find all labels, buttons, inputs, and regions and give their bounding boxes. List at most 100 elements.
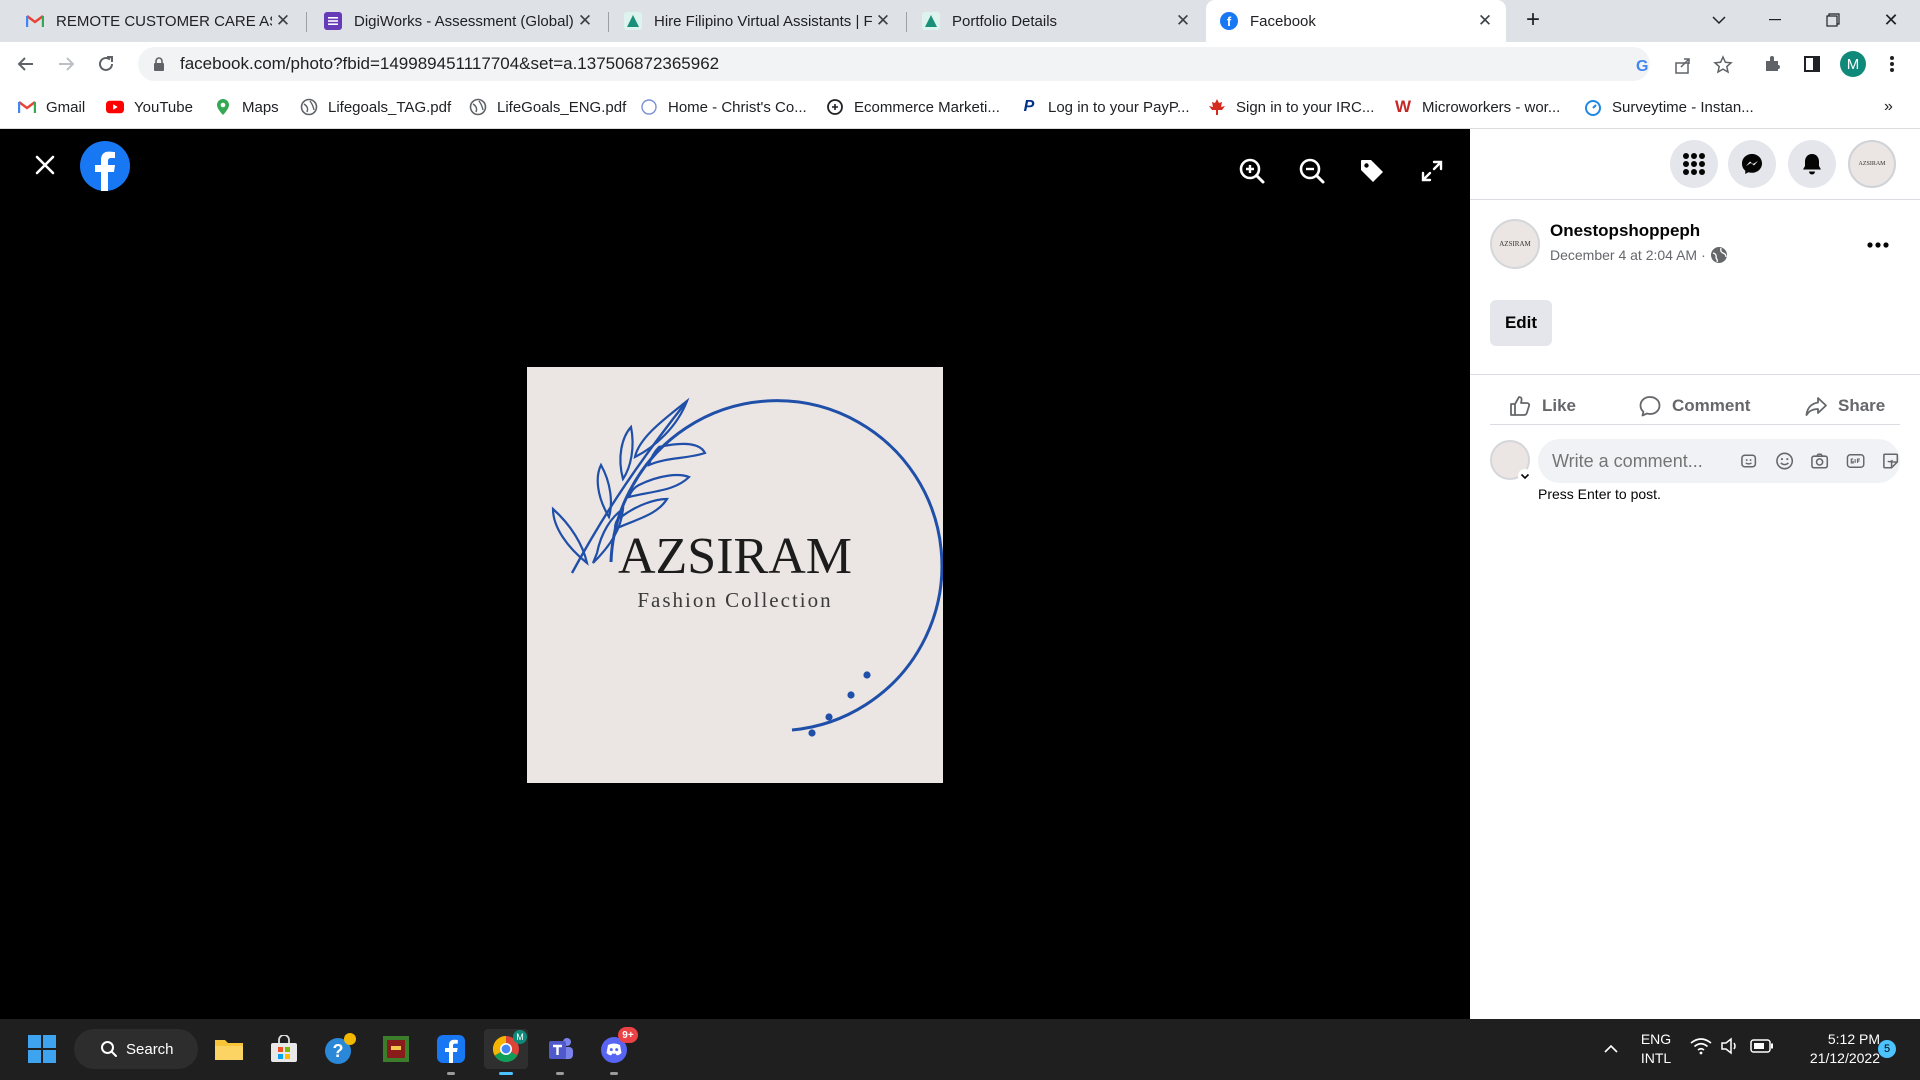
taskbar-search-button[interactable]: Search: [74, 1029, 198, 1069]
bookmark-ecommerce[interactable]: Ecommerce Marketi...: [826, 96, 1000, 118]
volume-icon: [1721, 1037, 1736, 1055]
keyboard-layout: INTL: [1640, 1050, 1672, 1066]
post-photo[interactable]: AZSIRAM Fashion Collection: [527, 367, 944, 783]
tab-gmail[interactable]: REMOTE CUSTOMER CARE ASSO ✕: [12, 0, 304, 42]
back-button[interactable]: [10, 48, 42, 80]
emoji-icon[interactable]: [1775, 451, 1794, 471]
messenger-button[interactable]: [1728, 140, 1776, 188]
site-icon: [640, 98, 658, 116]
post-author-name[interactable]: Onestopshoppeph: [1550, 221, 1700, 241]
close-tab-icon[interactable]: ✕: [574, 11, 596, 31]
bookmark-ircc[interactable]: Sign in to your IRC...: [1208, 96, 1374, 118]
teams-taskbar-button[interactable]: [540, 1029, 580, 1075]
microsoft-store-button[interactable]: [264, 1029, 304, 1069]
url-text[interactable]: facebook.com/photo?fbid=149989451117704&…: [180, 54, 719, 74]
zoom-in-icon[interactable]: [1232, 151, 1272, 191]
bookmark-surveytime[interactable]: Surveytime - Instan...: [1584, 96, 1754, 118]
minimize-button[interactable]: [1752, 0, 1798, 40]
forms-icon: [324, 12, 342, 30]
bookmarks-overflow-button[interactable]: »: [1884, 96, 1893, 118]
clock-date: 21/12/2022: [1809, 1050, 1880, 1066]
share-button[interactable]: Share: [1804, 386, 1885, 426]
language-indicator[interactable]: ENG INTL: [1632, 1030, 1680, 1068]
tab-digiworks[interactable]: DigiWorks - Assessment (Global) ✕: [310, 0, 606, 42]
wifi-icon: [1690, 1038, 1712, 1055]
omnibox[interactable]: facebook.com/photo?fbid=149989451117704&…: [138, 47, 1733, 81]
comment-button[interactable]: Comment: [1638, 386, 1750, 426]
tab-hire-filipino[interactable]: Hire Filipino Virtual Assistants | Fi ✕: [610, 0, 904, 42]
notification-center-badge[interactable]: 5: [1878, 1040, 1896, 1058]
gif-icon[interactable]: [1846, 451, 1865, 471]
clock[interactable]: 5:12 PM 21/12/2022: [1776, 1030, 1880, 1068]
bookmark-label: Ecommerce Marketi...: [854, 98, 1000, 116]
post-options-button[interactable]: [1862, 233, 1894, 257]
more-options-icon: [1867, 242, 1889, 248]
tab-title: Portfolio Details: [952, 12, 1058, 30]
comment-input-box[interactable]: [1538, 439, 1900, 483]
bookmark-lifegoals-tag[interactable]: Lifegoals_TAG.pdf: [300, 96, 451, 118]
close-window-button[interactable]: ✕: [1868, 0, 1914, 40]
facebook-logo-icon[interactable]: [79, 140, 131, 192]
avatar-sticker-icon[interactable]: [1740, 451, 1759, 471]
tab-search-icon[interactable]: [1696, 0, 1742, 40]
tag-icon[interactable]: [1352, 151, 1392, 191]
notifications-button[interactable]: [1788, 140, 1836, 188]
bookmark-youtube[interactable]: YouTube: [106, 96, 193, 118]
bookmark-lifegoals-eng[interactable]: LifeGoals_ENG.pdf: [469, 96, 626, 118]
app-button-red[interactable]: [376, 1029, 416, 1069]
reload-button[interactable]: [90, 48, 122, 80]
tab-divider: [906, 12, 907, 32]
google-lens-icon[interactable]: G: [1633, 55, 1653, 75]
forward-button[interactable]: [50, 48, 82, 80]
zoom-out-icon[interactable]: [1292, 151, 1332, 191]
tab-portfolio-details[interactable]: Portfolio Details ✕: [908, 0, 1204, 42]
author-avatar[interactable]: AZSIRAM: [1490, 219, 1540, 269]
tab-divider: [608, 12, 609, 32]
facebook-taskbar-button[interactable]: [431, 1029, 471, 1075]
tab-facebook[interactable]: f Facebook ✕: [1206, 0, 1506, 42]
show-hidden-icons-button[interactable]: [1594, 1029, 1628, 1069]
help-icon: ?: [325, 1033, 356, 1064]
account-avatar[interactable]: AZSIRAM: [1848, 140, 1896, 188]
close-tab-icon[interactable]: ✕: [872, 11, 894, 31]
sticker-icon[interactable]: [1881, 451, 1900, 471]
like-button[interactable]: Like: [1508, 386, 1576, 426]
bookmark-christs-co[interactable]: Home - Christ's Co...: [640, 96, 807, 118]
file-explorer-button[interactable]: [209, 1029, 249, 1069]
start-button[interactable]: [22, 1029, 62, 1069]
camera-icon[interactable]: [1810, 451, 1829, 471]
chrome-taskbar-button[interactable]: M: [484, 1029, 528, 1075]
close-tab-icon[interactable]: ✕: [272, 11, 294, 31]
bookmark-maps[interactable]: Maps: [214, 96, 279, 118]
post-timestamp[interactable]: December 4 at 2:04 AM: [1550, 247, 1697, 263]
menu-grid-button[interactable]: [1670, 140, 1718, 188]
share-icon[interactable]: [1673, 55, 1693, 75]
site-icon: [922, 12, 940, 30]
bookmark-label: Home - Christ's Co...: [668, 98, 807, 116]
brand-name: AZSIRAM: [618, 528, 852, 585]
get-help-button[interactable]: ?: [320, 1029, 360, 1069]
comment-input[interactable]: [1552, 450, 1722, 472]
photo-viewer: AZSIRAM Fashion Collection: [0, 129, 1470, 1019]
close-tab-icon[interactable]: ✕: [1172, 11, 1194, 31]
close-tab-icon[interactable]: ✕: [1474, 11, 1496, 31]
discord-taskbar-button[interactable]: 9+: [594, 1027, 638, 1075]
system-tray-quick-settings[interactable]: [1690, 1037, 1774, 1055]
language-code: ENG: [1640, 1031, 1672, 1047]
side-panel-icon[interactable]: [1796, 48, 1828, 80]
bookmark-paypal[interactable]: P Log in to your PayP...: [1020, 96, 1190, 118]
fullscreen-icon[interactable]: [1412, 151, 1452, 191]
new-tab-button[interactable]: +: [1510, 0, 1556, 40]
bookmark-microworkers[interactable]: W Microworkers - wor...: [1394, 96, 1560, 118]
globe-icon[interactable]: [1710, 246, 1728, 264]
bookmark-gmail[interactable]: Gmail: [18, 96, 85, 118]
close-viewer-icon[interactable]: [25, 145, 65, 185]
facebook-icon: [437, 1035, 465, 1063]
chevron-down-icon[interactable]: [1518, 469, 1532, 483]
restore-button[interactable]: [1810, 0, 1856, 40]
edit-button[interactable]: Edit: [1490, 300, 1552, 346]
profile-avatar[interactable]: M: [1837, 48, 1869, 80]
browser-menu-icon[interactable]: [1876, 48, 1908, 80]
extensions-icon[interactable]: [1756, 48, 1788, 80]
bookmark-star-icon[interactable]: [1713, 55, 1733, 75]
